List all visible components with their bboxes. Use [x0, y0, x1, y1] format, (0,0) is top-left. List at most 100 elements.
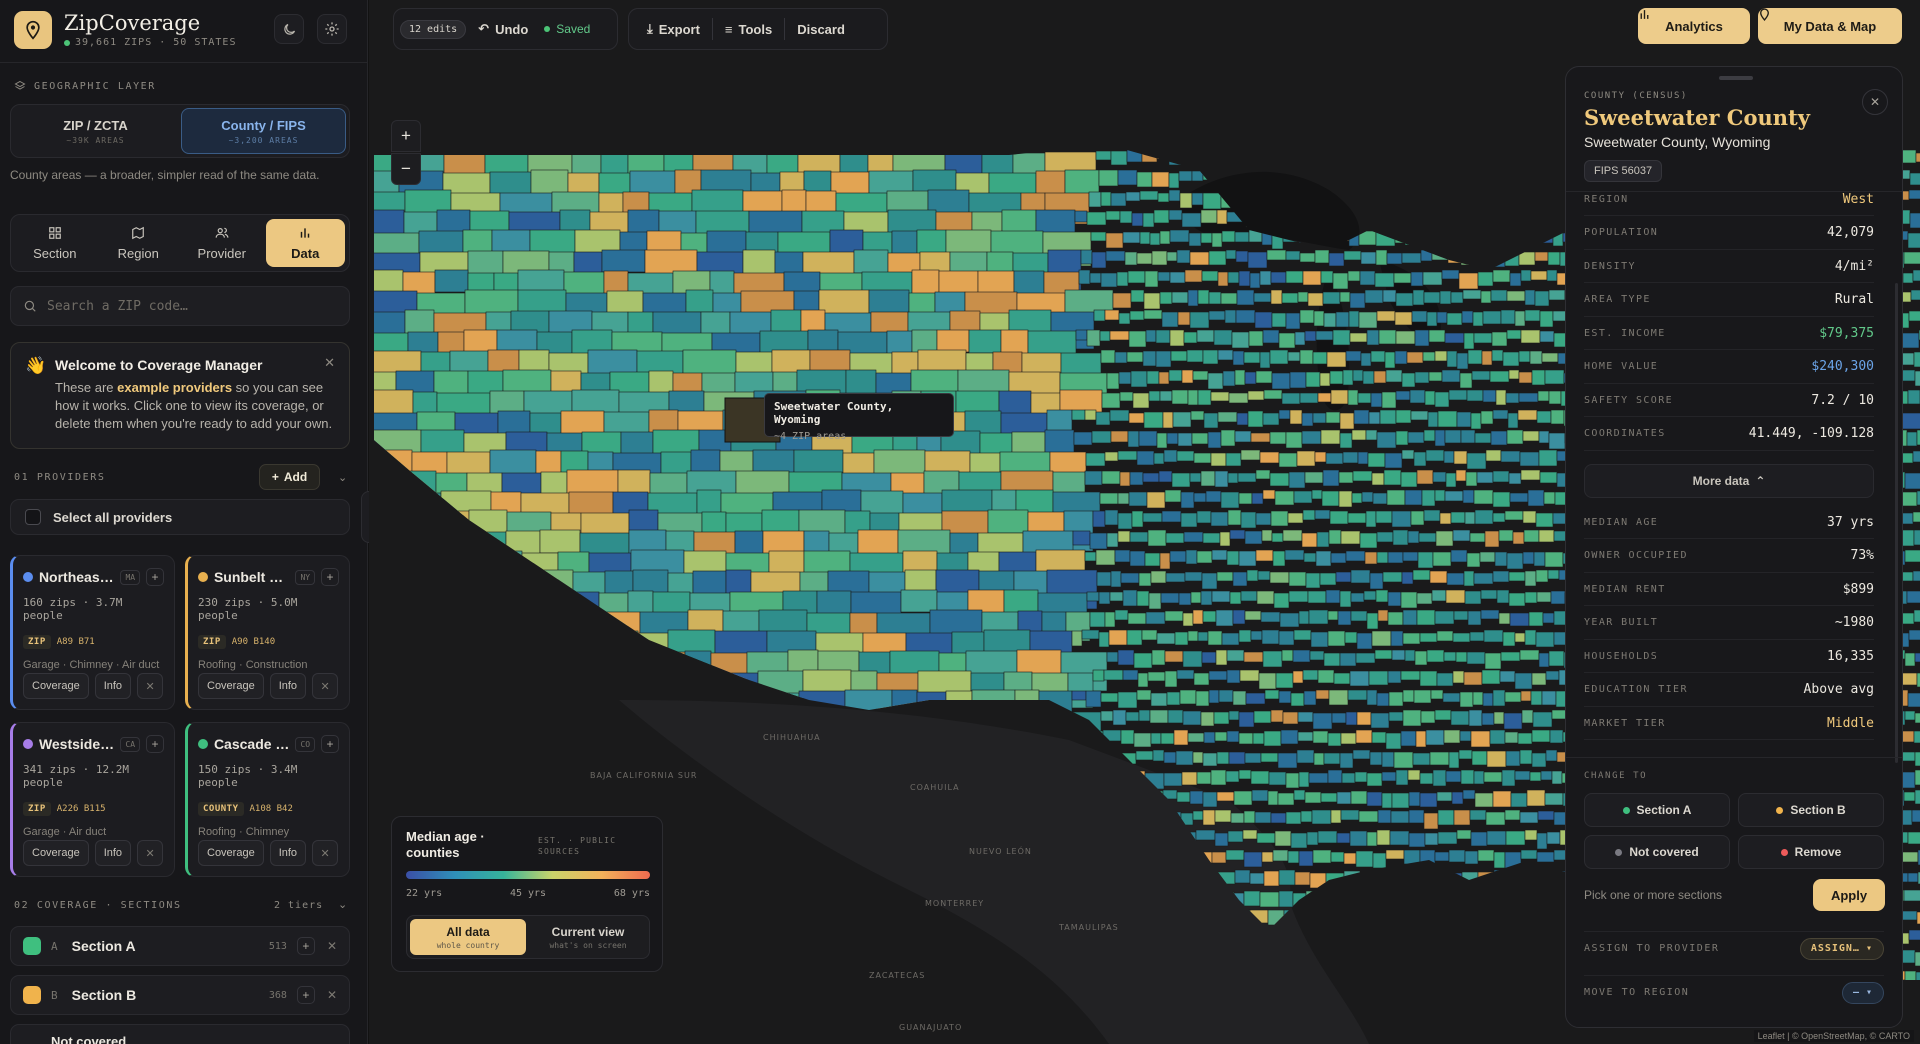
county-tile[interactable]: [1269, 571, 1290, 584]
county-tile[interactable]: [1437, 809, 1455, 826]
county-tile[interactable]: [1395, 409, 1412, 424]
county-tile[interactable]: [1250, 770, 1270, 785]
county-tile[interactable]: [1149, 232, 1161, 246]
county-tile[interactable]: [1901, 512, 1914, 525]
county-tile[interactable]: [1402, 609, 1418, 626]
county-tile[interactable]: [1213, 711, 1230, 725]
county-tile[interactable]: [1494, 551, 1508, 567]
county-tile[interactable]: [1539, 330, 1555, 343]
county-tile[interactable]: [1147, 529, 1167, 547]
county-tile[interactable]: [1136, 689, 1152, 701]
county-tile[interactable]: [1159, 552, 1171, 570]
county-tile[interactable]: [1519, 811, 1539, 824]
county-tile[interactable]: [1114, 609, 1129, 621]
county-tile[interactable]: [1144, 552, 1161, 567]
county-tile[interactable]: [1492, 269, 1511, 283]
county-tile[interactable]: [1386, 252, 1403, 265]
county-tile[interactable]: [1407, 431, 1425, 444]
county-tile[interactable]: [1171, 472, 1191, 488]
county-tile[interactable]: [1422, 271, 1443, 286]
county-tile[interactable]: [1202, 791, 1218, 808]
county-tile[interactable]: [1326, 351, 1347, 368]
county-tile[interactable]: [1163, 751, 1177, 764]
county-tile[interactable]: [1390, 630, 1404, 647]
county-tile[interactable]: [1091, 430, 1112, 444]
county-tile[interactable]: [1534, 290, 1550, 307]
county-tile[interactable]: [1379, 409, 1397, 425]
county-tile[interactable]: [1492, 491, 1511, 508]
county-tile[interactable]: [1147, 671, 1166, 682]
county-tile[interactable]: [1189, 790, 1204, 805]
county-tile[interactable]: [1176, 791, 1191, 803]
county-tile[interactable]: [1122, 669, 1139, 681]
county-tile[interactable]: [1474, 509, 1494, 525]
county-tile[interactable]: [1450, 710, 1470, 726]
county-tile[interactable]: [1439, 512, 1452, 525]
county-tile[interactable]: [1354, 771, 1368, 783]
county-tile[interactable]: [1408, 832, 1426, 848]
county-tile[interactable]: [1508, 592, 1526, 607]
county-tile[interactable]: [1217, 349, 1234, 361]
county-tile[interactable]: [1129, 550, 1146, 567]
county-tile[interactable]: [1425, 449, 1445, 462]
county-tile[interactable]: [1479, 551, 1496, 563]
county-tile[interactable]: [1529, 350, 1543, 365]
delete-provider-icon[interactable]: ✕: [137, 673, 164, 699]
county-tile[interactable]: [434, 269, 469, 293]
county-tile[interactable]: [1262, 412, 1280, 426]
county-tile[interactable]: [1168, 209, 1183, 221]
county-tile[interactable]: [1119, 210, 1133, 224]
county-tile[interactable]: [1127, 430, 1140, 448]
county-tile[interactable]: [1236, 412, 1249, 426]
county-tile[interactable]: [1242, 829, 1258, 840]
county-tile[interactable]: [1302, 270, 1322, 286]
county-tile[interactable]: [1408, 809, 1425, 824]
county-tile[interactable]: [742, 190, 783, 214]
county-tile[interactable]: [1500, 450, 1521, 463]
county-tile[interactable]: [1089, 272, 1102, 284]
county-tile[interactable]: [1471, 750, 1488, 766]
county-tile[interactable]: [1519, 649, 1540, 661]
county-tile[interactable]: [1109, 330, 1130, 341]
county-tile[interactable]: [1234, 430, 1252, 443]
county-tile[interactable]: [1205, 490, 1222, 503]
county-tile[interactable]: [1118, 371, 1132, 385]
county-tile[interactable]: [1281, 649, 1294, 662]
county-tile[interactable]: [1285, 250, 1301, 261]
county-tile[interactable]: [1395, 292, 1414, 307]
county-tile[interactable]: [1168, 172, 1180, 189]
county-tile[interactable]: [1484, 652, 1502, 670]
county-tile[interactable]: [1400, 591, 1418, 609]
county-tile[interactable]: [1131, 510, 1144, 528]
section-add-icon[interactable]: +: [296, 937, 315, 955]
county-tile[interactable]: [1095, 411, 1111, 426]
county-tile[interactable]: [1163, 772, 1183, 787]
county-tile[interactable]: [1152, 749, 1165, 762]
discard-button[interactable]: Discard: [785, 14, 857, 44]
county-tile[interactable]: [1227, 830, 1244, 843]
county-tile[interactable]: [1100, 191, 1112, 207]
county-tile[interactable]: [1208, 250, 1227, 266]
county-tile[interactable]: [1262, 329, 1280, 344]
county-tile[interactable]: [1448, 849, 1466, 863]
county-tile[interactable]: [1424, 832, 1439, 846]
county-tile[interactable]: [1270, 812, 1287, 824]
county-tile[interactable]: [1308, 609, 1329, 625]
county-tile[interactable]: [1441, 369, 1461, 383]
county-tile[interactable]: [1401, 252, 1422, 264]
county-tile[interactable]: [1369, 751, 1383, 766]
assign-provider-select[interactable]: ASSIGN… ▾: [1799, 937, 1884, 960]
county-tile[interactable]: [1538, 529, 1555, 543]
county-tile[interactable]: [1285, 312, 1301, 330]
county-tile[interactable]: [1393, 272, 1412, 284]
county-tile[interactable]: [1173, 729, 1189, 746]
county-tile[interactable]: [1490, 430, 1508, 446]
county-tile[interactable]: [1226, 669, 1241, 684]
county-tile[interactable]: [1183, 531, 1204, 543]
county-tile[interactable]: [1903, 791, 1916, 802]
county-tile[interactable]: [1509, 612, 1530, 627]
county-tile[interactable]: [1143, 292, 1161, 310]
county-tile[interactable]: [1402, 632, 1421, 645]
county-tile[interactable]: [1238, 711, 1255, 728]
county-tile[interactable]: [1370, 350, 1386, 363]
